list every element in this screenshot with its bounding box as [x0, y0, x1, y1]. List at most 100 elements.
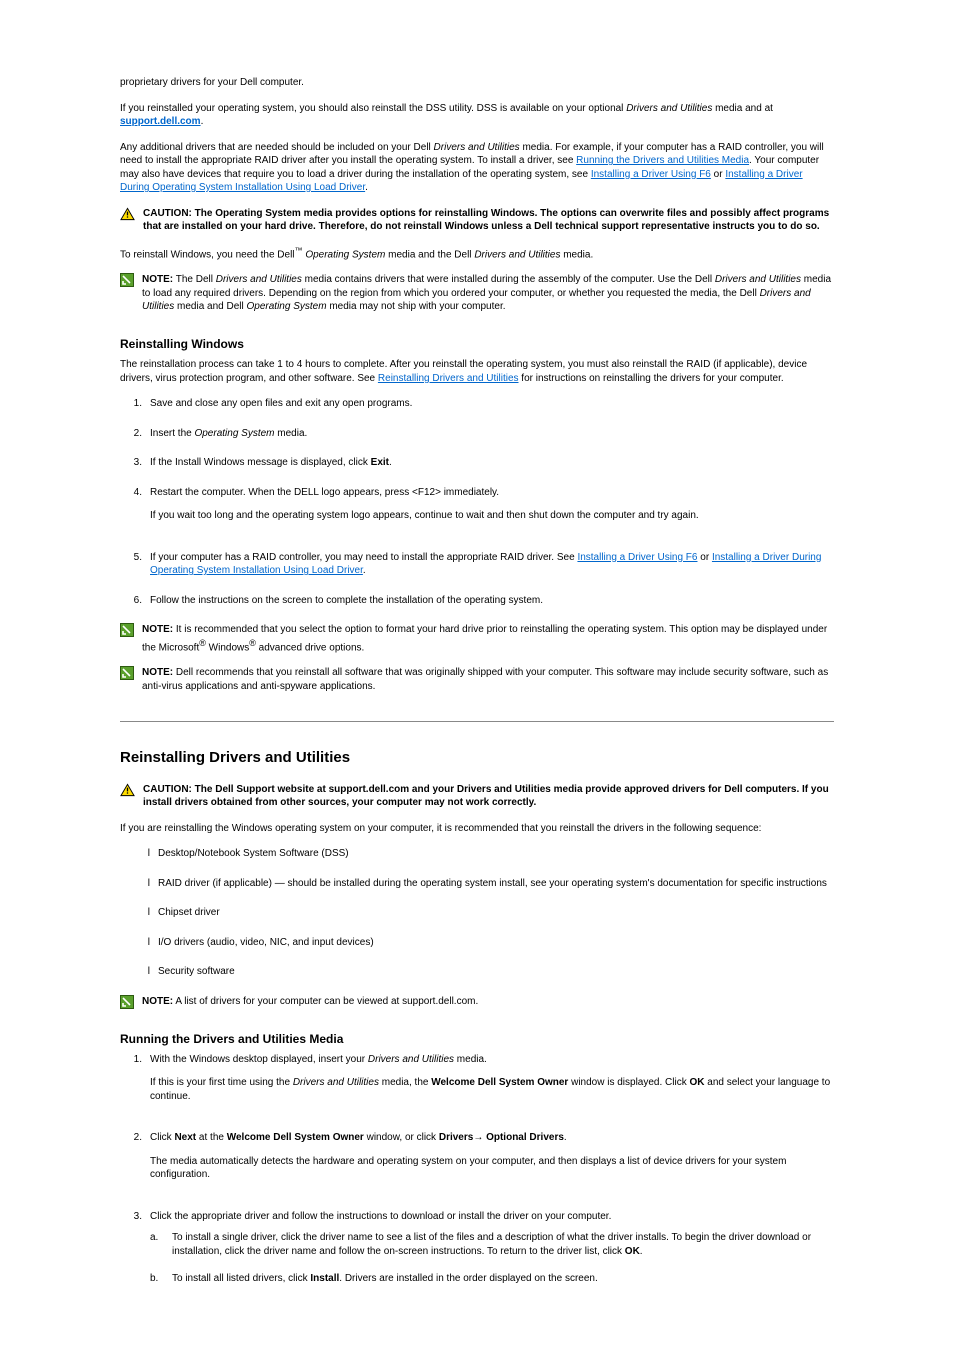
trademark-symbol: ™: [295, 246, 303, 255]
list-item: l RAID driver (if applicable) — should be…: [128, 877, 834, 891]
bullet: l: [128, 936, 150, 950]
step-item: 2. Insert the Operating System media.: [120, 427, 834, 441]
text-key: <F12>: [412, 487, 441, 498]
caution-callout: CAUTION: The Operating System media prov…: [120, 207, 834, 234]
link-reinstalling-drivers-utilities[interactable]: Reinstalling Drivers and Utilities: [378, 373, 519, 384]
heading-running-drivers-utilities: Running the Drivers and Utilities Media: [120, 1031, 834, 1047]
step-number: 5.: [120, 551, 142, 565]
text-italic: Operating System: [305, 249, 385, 260]
step-item: 1. With the Windows desktop displayed, i…: [120, 1053, 834, 1116]
text: media contains drivers that were install…: [302, 274, 715, 285]
text: Desktop/Notebook System Software (DSS): [158, 848, 349, 859]
link-running-drivers-utilities[interactable]: Running the Drivers and Utilities Media: [576, 155, 749, 166]
substep-item: b. To install all listed drivers, click …: [150, 1272, 834, 1286]
step-number: 6.: [120, 594, 142, 608]
text: message is displayed, click: [244, 457, 370, 468]
text: Security software: [158, 966, 235, 977]
note-label: NOTE:: [142, 624, 173, 635]
link-support-dell[interactable]: support.dell.com: [120, 116, 201, 127]
step-item: 2. Click Next at the Welcome Dell System…: [120, 1131, 834, 1194]
note-label: NOTE:: [142, 996, 173, 1007]
text: If you are reinstalling the Windows oper…: [120, 823, 761, 834]
text: If this is your first time using the: [150, 1077, 293, 1088]
paragraph: The reinstallation process can take 1 to…: [120, 358, 834, 385]
substeps-list: a. To install a single driver, click the…: [150, 1231, 834, 1286]
text: media and at: [712, 103, 773, 114]
bullet: l: [128, 965, 150, 979]
text: To install a single driver, click the dr…: [172, 1232, 811, 1257]
step-text: Save and close any open files and exit a…: [150, 398, 412, 409]
registered-symbol: ®: [249, 638, 256, 648]
list-item: lDesktop/Notebook System Software (DSS): [128, 847, 834, 861]
text: Insert the: [150, 428, 194, 439]
caution-label: CAUTION:: [143, 208, 192, 219]
text: I/O drivers (audio, video, NIC, and inpu…: [158, 937, 374, 948]
step-number: 4.: [120, 486, 142, 500]
text: To reinstall Windows, you need the Dell: [120, 249, 295, 260]
step-item: 3. Click the appropriate driver and foll…: [120, 1210, 834, 1300]
text: .: [640, 1246, 643, 1257]
text: If your computer has a RAID controller, …: [150, 552, 577, 563]
text: If the: [150, 457, 175, 468]
text-bold: Next: [174, 1132, 196, 1143]
heading-reinstalling-drivers: Reinstalling Drivers and Utilities: [120, 748, 834, 768]
text-bold: Exit: [371, 457, 389, 468]
step-item: 5. If your computer has a RAID controlle…: [120, 551, 834, 578]
text-bold: OK: [690, 1077, 705, 1088]
step-item: 4. Restart the computer. When the DELL l…: [120, 486, 834, 535]
bullet: l: [128, 906, 150, 920]
text-italic: Drivers and Utilities: [626, 103, 712, 114]
link-install-driver-f6[interactable]: Installing a Driver Using F6: [577, 552, 697, 563]
text: If you reinstalled your operating system…: [120, 103, 626, 114]
link-install-driver-f6[interactable]: Installing a Driver Using F6: [591, 169, 711, 180]
note-callout: NOTE: A list of drivers for your compute…: [120, 995, 834, 1009]
steps-list: 1. Save and close any open files and exi…: [120, 397, 834, 607]
text: .: [201, 116, 204, 127]
text-italic: Drivers and Utilities: [434, 142, 520, 153]
text: Dell recommends that you reinstall all s…: [142, 667, 828, 692]
text: at the: [196, 1132, 227, 1143]
text-italic: Operating System: [247, 301, 327, 312]
text: media and Dell: [174, 301, 246, 312]
text: With the Windows desktop displayed, inse…: [150, 1054, 368, 1065]
text: The Dell: [173, 274, 216, 285]
paragraph: If you reinstalled your operating system…: [120, 102, 834, 129]
text-italic: Drivers and Utilities: [715, 274, 801, 285]
text: for instructions on reinstalling the dri…: [519, 373, 784, 384]
text: .: [363, 565, 366, 576]
list-item: lChipset driver: [128, 906, 834, 920]
text: window is displayed. Click: [568, 1077, 689, 1088]
text-italic: Drivers and Utilities: [293, 1077, 379, 1088]
text: .: [365, 182, 368, 193]
text-bold: Welcome Dell System Owner: [431, 1077, 568, 1088]
text: The media automatically detects the hard…: [150, 1156, 786, 1181]
step-number: 1.: [120, 1053, 142, 1067]
text: Restart the computer. When the DELL logo…: [150, 487, 412, 498]
steps-list: 1. With the Windows desktop displayed, i…: [120, 1053, 834, 1300]
step-item: 1. Save and close any open files and exi…: [120, 397, 834, 411]
caution-callout: CAUTION: The Dell Support website at sup…: [120, 783, 834, 810]
bullet: l: [128, 877, 150, 891]
text-bold: Optional Drivers: [486, 1132, 564, 1143]
text: Click the appropriate driver and follow …: [150, 1211, 611, 1222]
step-item: 6. Follow the instructions on the screen…: [120, 594, 834, 608]
text: media may not ship with your computer.: [327, 301, 506, 312]
step-number: 2.: [120, 1131, 142, 1145]
note-icon: [120, 273, 134, 287]
note-callout: NOTE: It is recommended that you select …: [120, 623, 834, 654]
text: media.: [454, 1054, 487, 1065]
text: RAID driver (if applicable) — should be …: [158, 878, 827, 889]
text-bold: Welcome Dell System Owner: [227, 1132, 364, 1143]
note-icon: [120, 623, 134, 637]
caution-icon: [120, 207, 135, 221]
text: Windows: [206, 642, 249, 653]
text: media.: [275, 428, 308, 439]
driver-sequence-list: lDesktop/Notebook System Software (DSS) …: [128, 847, 834, 979]
note-label: NOTE:: [142, 667, 173, 678]
step-number: 1.: [120, 397, 142, 411]
step-item: 3. If the Install Windows message is dis…: [120, 456, 834, 470]
paragraph: proprietary drivers for your Dell comput…: [120, 76, 834, 90]
text: .: [389, 457, 392, 468]
note-callout: NOTE: The Dell Drivers and Utilities med…: [120, 273, 834, 314]
text: . Drivers are installed in the order dis…: [339, 1273, 597, 1284]
